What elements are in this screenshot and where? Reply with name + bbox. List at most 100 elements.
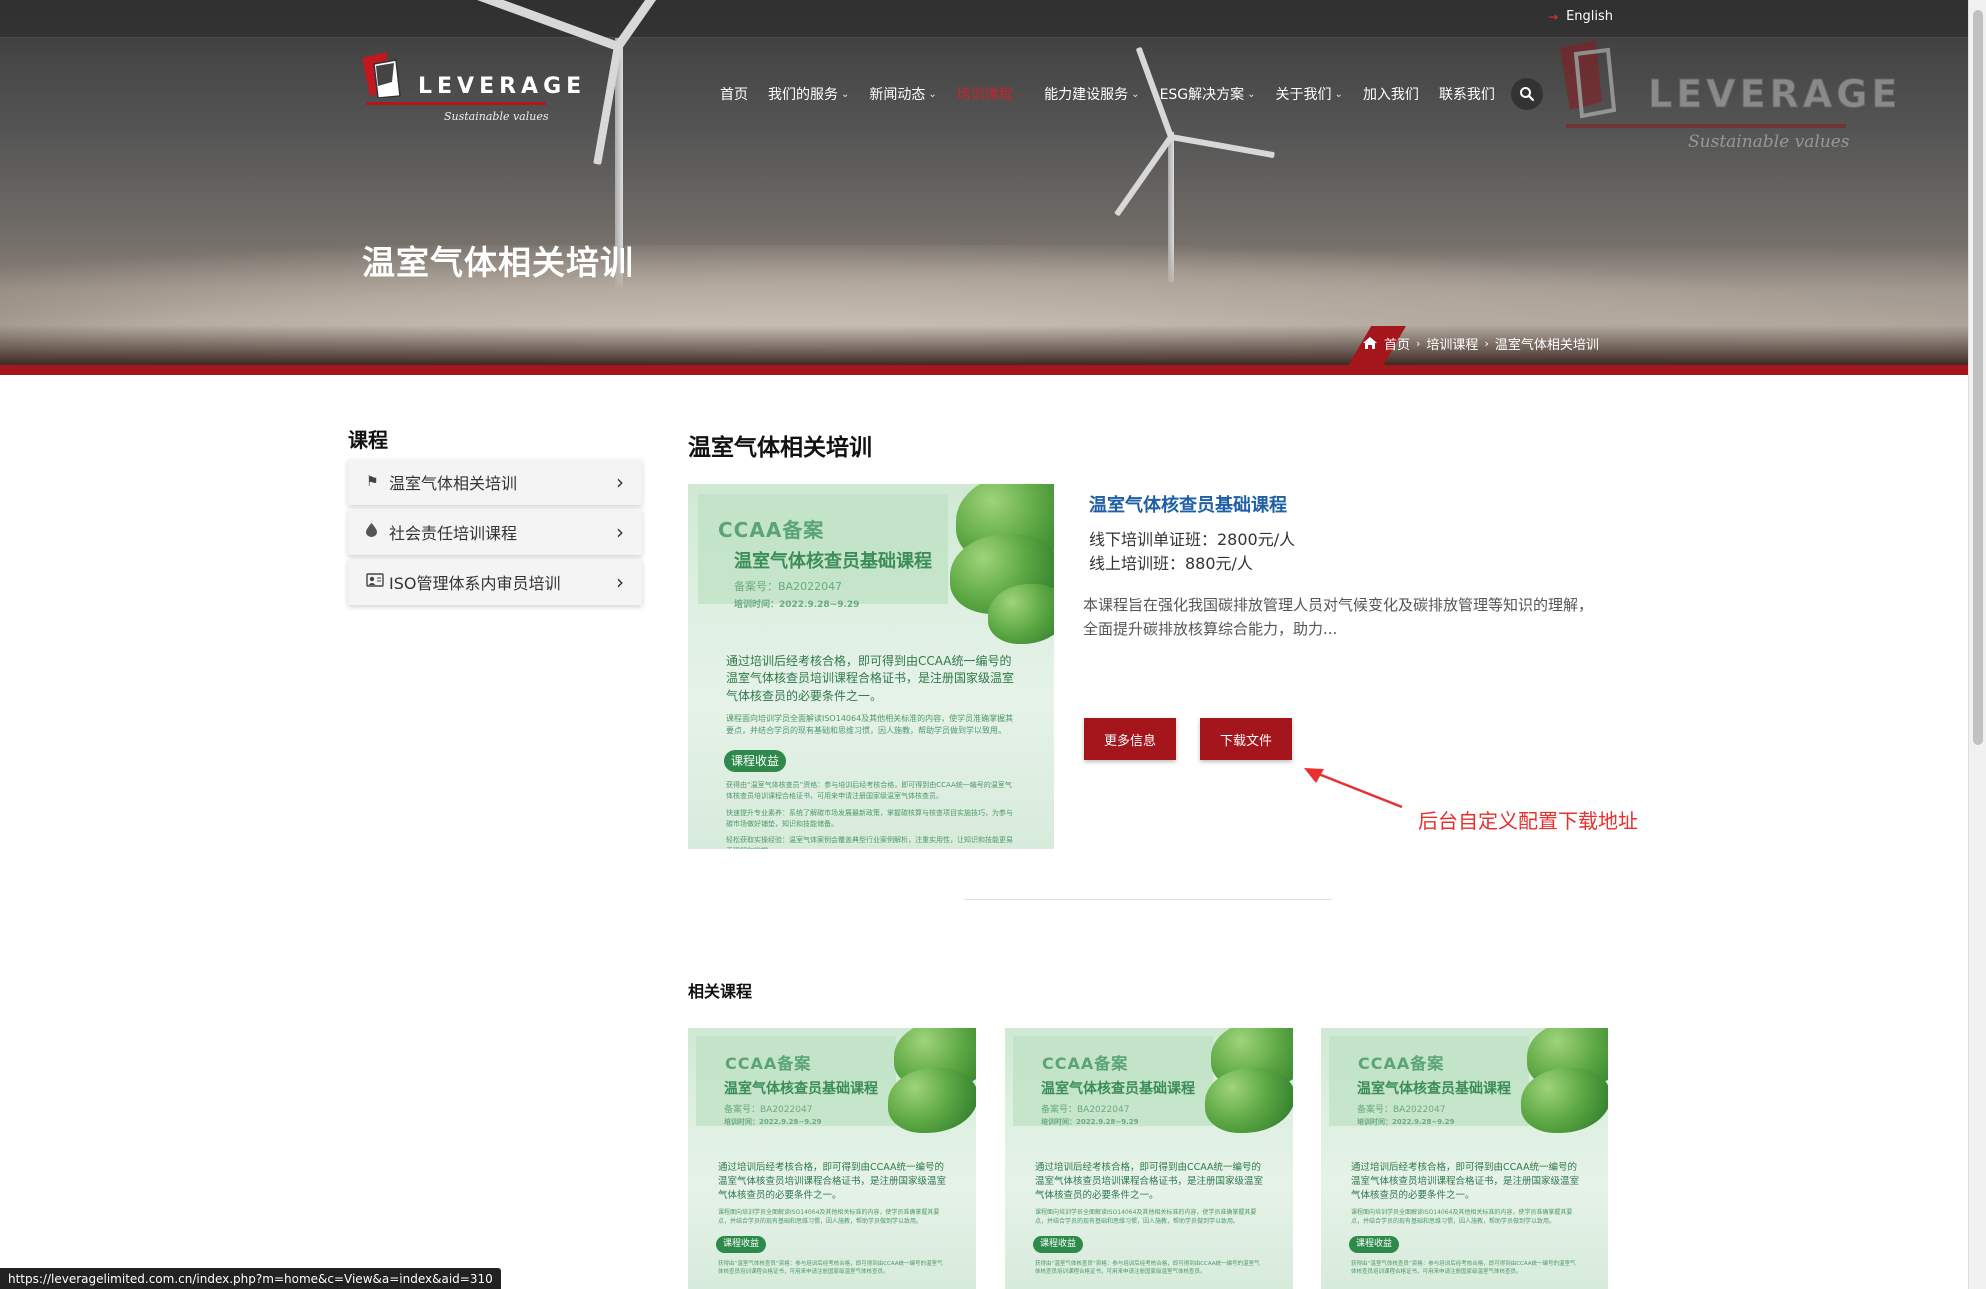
logo-watermark: LEVERAGE Sustainable values	[1556, 40, 1898, 160]
arrow-right-icon: →	[1548, 9, 1559, 24]
related-course-card[interactable]: CCAA备案 温室气体核查员基础课程 备案号：BA2022047 培训时间：20…	[688, 1028, 976, 1289]
logo-mark-icon	[362, 52, 401, 98]
more-info-button[interactable]: 更多信息	[1084, 718, 1176, 760]
site-logo[interactable]: LEVERAGE Sustainable values	[360, 52, 581, 124]
poster-bullet: 轻松获取实操经验：温室气体案例会覆盖典型行业案例解析，注重实用性，让知识和技能更…	[726, 836, 1013, 849]
logo-underline	[366, 102, 546, 105]
sidebar-item-csr-training[interactable]: 社会责任培训课程 ›	[348, 509, 642, 555]
home-icon	[1363, 337, 1377, 349]
sidebar-item-label: 社会责任培训课程	[389, 524, 518, 543]
chevron-right-icon: ›	[616, 570, 624, 594]
breadcrumb: 首页 › 培训课程 › 温室气体相关培训	[1362, 332, 1599, 354]
watermark-tagline: Sustainable values	[1688, 132, 1850, 152]
poster-bullet: 获得由“温室气体核查员”资格：参与培训后经考核合格，即可得到由CCAA统一编号的…	[1035, 1261, 1260, 1276]
course-description: 本课程旨在强化我国碳排放管理人员对气候变化及碳排放管理等知识的理解，全面提升碳排…	[1083, 596, 1594, 638]
chevron-right-icon: ›	[1416, 336, 1421, 350]
poster-benefits-pill: 课程收益	[1349, 1236, 1399, 1253]
chevron-down-icon: ⌄	[1131, 88, 1140, 100]
poster-body: 通过培训后经考核合格，即可得到由CCAA统一编号的温室气体核查员培训课程合格证书…	[1035, 1162, 1264, 1201]
logo-word: LEVERAGE	[418, 74, 587, 99]
hero-red-stripe	[0, 365, 1968, 375]
nav-label: 我们的服务	[768, 87, 838, 103]
leaf-illustration	[888, 1068, 976, 1133]
poster-badge: CCAA备案	[725, 1054, 812, 1073]
poster-badge: CCAA备案	[1358, 1054, 1445, 1073]
poster-benefits-pill: 课程收益	[1033, 1236, 1083, 1253]
poster-record-no: 备案号：BA2022047	[724, 1105, 813, 1115]
related-course-card[interactable]: CCAA备案 温室气体核查员基础课程 备案号：BA2022047 培训时间：20…	[1321, 1028, 1608, 1289]
logo-tagline: Sustainable values	[444, 110, 549, 123]
nav-item-news[interactable]: 新闻动态 ⌄	[869, 84, 936, 104]
flag-icon: ⚑	[366, 474, 379, 490]
page-scrollbar[interactable]	[1968, 0, 1986, 1289]
poster-badge: CCAA备案	[1042, 1054, 1129, 1073]
course-price-online: 线上培训班：880元/人	[1089, 554, 1253, 573]
hero-banner: LEVERAGE Sustainable values → English LE…	[0, 0, 1968, 375]
poster-dates: 培训时间：2022.9.28~9.29	[1357, 1118, 1455, 1126]
nav-item-capacity[interactable]: 能力建设服务 ⌄	[1044, 84, 1139, 104]
nav-item-training[interactable]: 培训课程 ⌄	[957, 84, 1024, 104]
nav-label: ESG解决方案	[1159, 87, 1245, 103]
sidebar-item-iso-auditor[interactable]: ISO管理体系内审员培训 ›	[348, 559, 642, 605]
page-title: 温室气体相关培训	[362, 243, 634, 282]
nav-label: 新闻动态	[869, 87, 926, 103]
nav-item-home[interactable]: 首页	[720, 84, 748, 104]
chevron-down-icon: ⌄	[1247, 88, 1256, 100]
poster-body: 通过培训后经考核合格，即可得到由CCAA统一编号的温室气体核查员培训课程合格证书…	[726, 654, 1015, 703]
course-title-link[interactable]: 温室气体核查员基础课程	[1089, 491, 1287, 517]
related-course-card[interactable]: CCAA备案 温室气体核查员基础课程 备案号：BA2022047 培训时间：20…	[1005, 1028, 1293, 1289]
sidebar-item-label: ISO管理体系内审员培训	[389, 574, 561, 593]
poster-title: 温室气体核查员基础课程	[1357, 1081, 1511, 1097]
poster-bullet: 快速提升专业素养：系统了解碳市场发展最新政策，掌握碳核算与核查项目实施技巧，为参…	[726, 809, 1013, 828]
poster-dates: 培训时间：2022.9.28~9.29	[724, 1118, 822, 1126]
leaf-illustration	[1205, 1068, 1293, 1133]
sidebar-list: ⚑ 温室气体相关培训 › 社会责任培训课程 › ISO管理体系内审员培训 ›	[348, 459, 642, 609]
poster-body: 通过培训后经考核合格，即可得到由CCAA统一编号的温室气体核查员培训课程合格证书…	[718, 1162, 947, 1201]
language-label: English	[1566, 9, 1614, 24]
annotation-text: 后台自定义配置下载地址	[1418, 809, 1638, 833]
breadcrumb-home[interactable]: 首页	[1384, 334, 1410, 353]
nav-item-contact[interactable]: 联系我们	[1439, 84, 1495, 104]
chevron-down-icon: ⌄	[841, 88, 850, 100]
main-nav: 首页 我们的服务 ⌄ 新闻动态 ⌄ 培训课程 ⌄ 能力建设服务 ⌄ ESG解决方案 ⌄ 关…	[720, 78, 1543, 110]
link-status-bar: https://leveragelimited.com.cn/index.php…	[0, 1268, 501, 1289]
nav-label: 加入我们	[1362, 87, 1419, 103]
nav-item-join[interactable]: 加入我们	[1363, 84, 1419, 104]
landscape-ground	[0, 325, 1968, 365]
breadcrumb-training[interactable]: 培训课程	[1426, 334, 1478, 353]
scrollbar-thumb[interactable]	[1973, 10, 1983, 745]
poster-body: 通过培训后经考核合格，即可得到由CCAA统一编号的温室气体核查员培训课程合格证书…	[1351, 1162, 1580, 1201]
sidebar-item-ghg-training[interactable]: ⚑ 温室气体相关培训 ›	[348, 459, 642, 505]
nav-item-esg[interactable]: ESG解决方案 ⌄	[1160, 84, 1256, 104]
search-button[interactable]	[1510, 78, 1543, 110]
leaf-illustration	[1521, 1068, 1608, 1133]
poster-small-text: 课程面向培训学员全面解读ISO14064及其他相关标准的内容，使学员准确掌握其要…	[718, 1209, 940, 1225]
poster-title: 温室气体核查员基础课程	[734, 551, 932, 572]
nav-label: 培训课程	[956, 87, 1013, 103]
sidebar-title: 课程	[348, 428, 388, 452]
poster-small-text: 课程面向培训学员全面解读ISO14064及其他相关标准的内容，使学员准确掌握其要…	[726, 714, 1014, 735]
nav-item-about[interactable]: 关于我们 ⌄	[1276, 84, 1343, 104]
chevron-right-icon: ›	[616, 470, 624, 494]
poster-bullet: 获得由“温室气体核查员”资格：参与培训后经考核合格，即可得到由CCAA统一编号的…	[718, 1261, 943, 1276]
watermark-word: LEVERAGE	[1647, 72, 1902, 117]
poster-title: 温室气体核查员基础课程	[1041, 1081, 1195, 1097]
language-switch[interactable]: → English	[1548, 9, 1613, 24]
poster-dates: 培训时间：2022.9.28~9.29	[734, 600, 860, 610]
nav-label: 首页	[720, 87, 748, 103]
nav-label: 关于我们	[1275, 87, 1332, 103]
course-poster-image[interactable]: CCAA备案 温室气体核查员基础课程 备案号：BA2022047 培训时间：20…	[688, 484, 1054, 849]
chevron-down-icon: ⌄	[1334, 88, 1343, 100]
poster-record-no: 备案号：BA2022047	[1357, 1105, 1446, 1115]
poster-dates: 培训时间：2022.9.28~9.29	[1041, 1118, 1139, 1126]
poster-title: 温室气体核查员基础课程	[724, 1081, 878, 1097]
breadcrumb-current[interactable]: 温室气体相关培训	[1495, 334, 1599, 353]
chevron-down-icon: ⌄	[1015, 88, 1025, 100]
nav-item-services[interactable]: 我们的服务 ⌄	[768, 84, 849, 104]
nav-label: 能力建设服务	[1044, 87, 1129, 103]
page: LEVERAGE Sustainable values → English LE…	[0, 0, 1986, 1289]
poster-badge: CCAA备案	[718, 518, 825, 542]
logo-mark-icon	[1560, 40, 1617, 119]
download-file-button[interactable]: 下载文件	[1200, 718, 1292, 760]
chevron-right-icon: ›	[616, 520, 624, 544]
